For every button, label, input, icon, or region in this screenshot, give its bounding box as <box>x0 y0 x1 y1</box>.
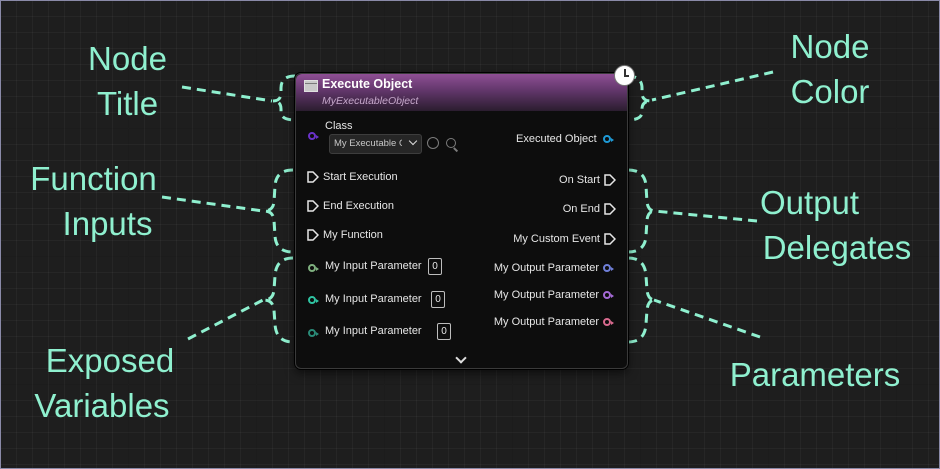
exec-pin-on-end[interactable] <box>604 203 616 215</box>
input-parameter-value[interactable]: 0 <box>437 323 451 340</box>
callout-node-color: Node Color <box>770 24 890 114</box>
connector-function-inputs <box>161 195 264 213</box>
class-pin[interactable] <box>308 132 319 140</box>
callout-function-inputs: Function Inputs <box>16 156 171 246</box>
input-parameter-label: My Input Parameter <box>325 260 422 272</box>
class-dropdown[interactable]: My Executable O <box>329 134 422 154</box>
output-parameter-label: My Output Parameter <box>493 289 599 301</box>
callout-text: Node <box>790 28 870 65</box>
executed-object-label: Executed Object <box>516 133 597 145</box>
output-parameter-label: My Output Parameter <box>493 262 599 274</box>
clock-icon <box>614 65 635 86</box>
callout-text: Function <box>30 160 157 197</box>
object-icon <box>304 80 318 92</box>
brace-function-inputs <box>263 168 294 254</box>
function-input-label: My Function <box>323 229 383 241</box>
exec-pin-start-execution[interactable] <box>307 171 319 183</box>
execute-object-node[interactable]: Execute Object MyExecutableObject Class … <box>295 65 635 369</box>
executed-object-pin[interactable] <box>603 135 614 143</box>
callout-text: Node <box>88 40 167 77</box>
brace-output-delegates <box>627 168 656 254</box>
callout-text: Variables <box>34 387 170 424</box>
input-parameter-pin[interactable] <box>308 296 319 304</box>
callout-text: Output <box>760 184 860 221</box>
brace-parameters <box>627 256 656 344</box>
input-parameter-pin[interactable] <box>308 329 319 337</box>
chevron-down-icon <box>408 136 418 146</box>
callout-text: Color <box>790 73 870 110</box>
use-selected-icon[interactable] <box>427 137 439 149</box>
callout-node-title: Node Title <box>70 36 185 126</box>
callout-output-delegates: Output Delegates <box>752 180 922 270</box>
connector-node-color <box>651 70 774 102</box>
function-input-label: Start Execution <box>323 171 398 183</box>
callout-exposed-variables: Exposed Variables <box>22 338 182 428</box>
brace-exposed-variables <box>263 256 294 344</box>
callout-text: Title <box>96 85 159 122</box>
exec-pin-on-start[interactable] <box>604 174 616 186</box>
exec-pin-end-execution[interactable] <box>307 200 319 212</box>
function-input-label: End Execution <box>323 200 394 212</box>
output-delegate-label: On End <box>562 203 600 215</box>
callout-text: Inputs <box>62 205 153 242</box>
input-parameter-value[interactable]: 0 <box>428 258 442 275</box>
exec-pin-my-custom-event[interactable] <box>604 233 616 245</box>
callout-text: Parameters <box>729 356 901 393</box>
output-parameter-label: My Output Parameter <box>493 316 599 328</box>
expand-chevron-icon[interactable] <box>455 352 467 364</box>
node-header[interactable]: Execute Object MyExecutableObject <box>296 74 627 111</box>
connector-output-delegates <box>653 209 758 223</box>
exec-pin-my-function[interactable] <box>307 229 319 241</box>
output-parameter-pin[interactable] <box>603 264 614 272</box>
input-parameter-pin[interactable] <box>308 264 319 272</box>
output-parameter-pin[interactable] <box>603 291 614 299</box>
output-delegate-label: On Start <box>559 174 600 186</box>
class-label: Class <box>325 120 353 132</box>
input-parameter-label: My Input Parameter <box>325 293 422 305</box>
callout-text: Delegates <box>762 229 912 266</box>
connector-exposed-variables <box>187 298 264 341</box>
input-parameter-value[interactable]: 0 <box>431 291 445 308</box>
callout-text: Exposed <box>45 342 175 379</box>
connector-node-title <box>181 85 273 103</box>
browse-search-icon[interactable] <box>446 138 456 148</box>
node-title: Execute Object <box>322 77 413 91</box>
output-parameter-pin[interactable] <box>603 318 614 326</box>
node-subtitle: MyExecutableObject <box>322 95 419 107</box>
class-dropdown-value: My Executable O <box>334 138 402 149</box>
brace-node-title <box>272 74 296 122</box>
connector-parameters <box>653 298 761 339</box>
callout-parameters: Parameters <box>720 352 910 397</box>
output-delegate-label: My Custom Event <box>513 233 600 245</box>
input-parameter-label: My Input Parameter <box>325 325 422 337</box>
